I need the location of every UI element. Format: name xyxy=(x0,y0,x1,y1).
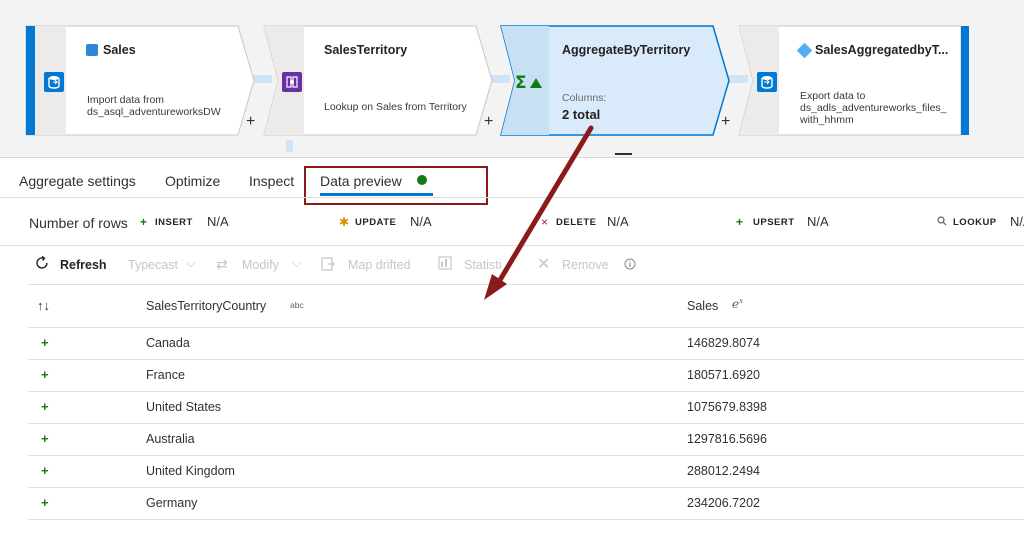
refresh-button[interactable]: Refresh xyxy=(60,258,107,272)
table-row[interactable]: + Australia 1297816.5696 xyxy=(28,424,1024,456)
column-header-country[interactable]: SalesTerritoryCountry xyxy=(146,299,266,313)
data-preview-grid: ↑↓ SalesTerritoryCountry abc Sales ex + C… xyxy=(28,285,1024,520)
grid-header-row: ↑↓ SalesTerritoryCountry abc Sales ex xyxy=(28,285,1024,328)
node-description: Export data to ds_adls_adventureworks_fi… xyxy=(800,90,947,126)
insert-label: INSERT xyxy=(155,217,193,228)
node-description: Import data from ds_asql_adventureworksD… xyxy=(87,94,221,118)
remove-x-icon: ✕ xyxy=(537,256,551,273)
chevron-down-icon: ⌵ xyxy=(292,256,302,270)
table-row[interactable]: + United States 1075679.8398 xyxy=(28,392,1024,424)
modify-button[interactable]: Modify xyxy=(242,258,279,272)
numeric-type-tag: ex xyxy=(732,297,744,311)
map-drifted-button[interactable]: Map drifted xyxy=(348,258,411,272)
remove-button[interactable]: Remove xyxy=(562,258,609,272)
statistics-button[interactable]: Statisti xyxy=(464,258,502,272)
delete-x-icon: × xyxy=(541,215,549,229)
sink-icon xyxy=(757,72,777,92)
cell-sales: 1297816.5696 xyxy=(687,432,767,446)
delete-value: N/A xyxy=(607,214,629,229)
lookup-search-icon xyxy=(937,215,947,229)
lookup-value: N/A xyxy=(1010,214,1024,229)
source-icon xyxy=(44,72,64,92)
table-row[interactable]: + United Kingdom 288012.2494 xyxy=(28,456,1024,488)
node-aggregate-by-territory[interactable]: Σ AggregateByTerritory Columns: 2 total … xyxy=(500,25,730,136)
table-row[interactable]: + France 180571.6920 xyxy=(28,360,1024,392)
cell-country: United Kingdom xyxy=(146,464,235,478)
lookup-label: LOOKUP xyxy=(953,217,997,228)
delete-label: DELETE xyxy=(556,217,597,228)
insert-value: N/A xyxy=(207,214,229,229)
node-sales-territory[interactable]: SalesTerritory Lookup on Sales from Terr… xyxy=(263,25,493,136)
modify-icon: ⇄ xyxy=(216,256,228,272)
node-columns-total: 2 total xyxy=(562,107,601,122)
cell-sales: 146829.8074 xyxy=(687,336,760,350)
add-transform-button[interactable]: + xyxy=(721,113,730,131)
string-type-tag: abc xyxy=(290,300,304,310)
update-asterisk-icon: ✱ xyxy=(339,215,350,229)
sort-arrows-icon[interactable]: ↑↓ xyxy=(37,298,50,313)
cell-sales: 288012.2494 xyxy=(687,464,760,478)
lookup-icon xyxy=(282,72,302,92)
insert-marker-icon: + xyxy=(41,367,49,382)
svg-text:Σ: Σ xyxy=(515,73,527,92)
sql-database-icon xyxy=(86,44,98,56)
upsert-value: N/A xyxy=(807,214,829,229)
add-transform-button[interactable]: + xyxy=(246,113,255,131)
insert-marker-icon: + xyxy=(41,431,49,446)
cell-country: Australia xyxy=(146,432,195,446)
update-value: N/A xyxy=(410,214,432,229)
tab-optimize[interactable]: Optimize xyxy=(165,173,220,189)
cell-sales: 234206.7202 xyxy=(687,496,760,510)
aggregate-sigma-icon: Σ xyxy=(515,72,543,92)
node-title: Sales xyxy=(103,43,136,57)
insert-marker-icon: + xyxy=(41,335,49,350)
node-columns-caption: Columns: xyxy=(562,92,607,104)
update-label: UPDATE xyxy=(355,217,397,228)
info-icon[interactable] xyxy=(624,257,636,273)
row-count-label: Number of rows xyxy=(29,215,128,231)
insert-marker-icon: + xyxy=(41,463,49,478)
node-title: AggregateByTerritory xyxy=(562,43,691,57)
insert-plus-icon: + xyxy=(140,215,148,229)
cell-sales: 180571.6920 xyxy=(687,368,760,382)
settings-tabs: Aggregate settings Optimize Inspect Data… xyxy=(0,163,1024,197)
cell-country: United States xyxy=(146,400,222,414)
lookup-connector xyxy=(286,140,293,152)
tab-inspect[interactable]: Inspect xyxy=(249,173,294,189)
canvas-divider xyxy=(0,157,1024,158)
statistics-icon xyxy=(438,256,452,273)
grid-body: + Canada 146829.8074 + France 180571.6920 + Uni… xyxy=(28,328,1024,520)
typecast-button[interactable]: Typecast xyxy=(128,258,178,272)
cell-country: Canada xyxy=(146,336,190,350)
node-title: SalesTerritory xyxy=(324,43,408,57)
node-sales-aggregated-sink[interactable]: SalesAggregatedbyT... Export data to ds_… xyxy=(738,25,969,136)
node-title: SalesAggregatedbyT... xyxy=(815,43,949,57)
table-row[interactable]: + Germany 234206.7202 xyxy=(28,488,1024,520)
add-transform-button[interactable]: + xyxy=(484,113,493,131)
row-counts-bar: Number of rows + INSERT N/A ✱ UPDATE N/A… xyxy=(0,198,1024,245)
map-drifted-icon xyxy=(320,256,336,275)
panel-resize-handle[interactable] xyxy=(615,153,632,155)
pipeline-canvas[interactable]: Sales Import data from ds_asql_adventure… xyxy=(0,0,1024,157)
chevron-down-icon: ⌵ xyxy=(186,256,196,270)
tab-aggregate-settings[interactable]: Aggregate settings xyxy=(19,173,136,189)
column-header-sales[interactable]: Sales xyxy=(687,299,718,313)
node-description: Lookup on Sales from Territory xyxy=(324,101,467,113)
insert-marker-icon: + xyxy=(41,399,49,414)
refresh-icon[interactable] xyxy=(34,255,50,274)
insert-marker-icon: + xyxy=(41,495,49,510)
preview-toolbar: Refresh Typecast ⌵ ⇄ Modify ⌵ Map drifte… xyxy=(0,246,1024,284)
cell-country: Germany xyxy=(146,496,198,510)
table-row[interactable]: + Canada 146829.8074 xyxy=(28,328,1024,360)
upsert-icon: + xyxy=(736,215,744,229)
upsert-label: UPSERT xyxy=(753,217,795,228)
node-sales-source[interactable]: Sales Import data from ds_asql_adventure… xyxy=(25,25,255,136)
cell-country: France xyxy=(146,368,185,382)
cell-sales: 1075679.8398 xyxy=(687,400,767,414)
